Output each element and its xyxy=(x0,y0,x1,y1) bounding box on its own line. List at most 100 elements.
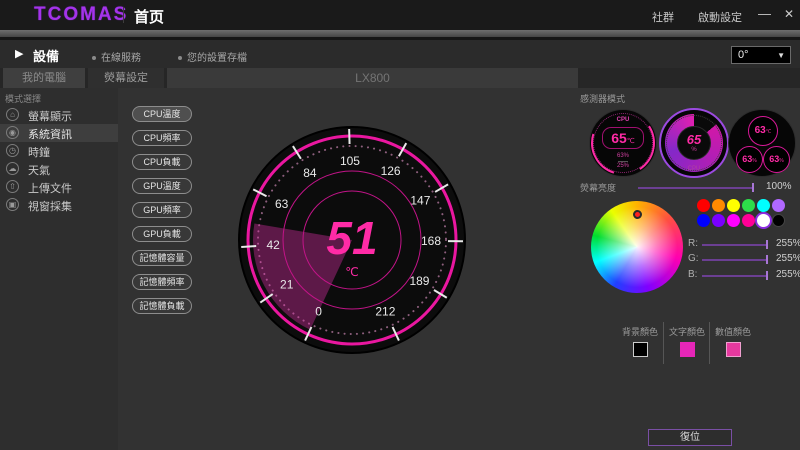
sidebar-item-label: 螢幕顯示 xyxy=(28,108,72,124)
system-info-icon: ◉ xyxy=(6,126,19,139)
clock-icon: ◷ xyxy=(6,144,19,157)
rotation-dropdown[interactable]: 0° ▼ xyxy=(731,46,791,64)
metric-button-5[interactable]: GPU頻率 xyxy=(132,202,192,218)
divider xyxy=(618,161,628,162)
svg-text:105: 105 xyxy=(340,154,360,168)
rotation-value: 0° xyxy=(738,49,749,61)
sidebar-item-label: 上傳文件 xyxy=(28,180,72,196)
sensor-style-preview-2-selected[interactable]: 65 % CPU xyxy=(659,108,729,178)
preview1-sub-value-1: 63% xyxy=(590,153,656,159)
community-link[interactable]: 社群 xyxy=(652,9,674,25)
brightness-value: 100% xyxy=(766,181,792,192)
palette-swatch-00ffff[interactable] xyxy=(757,199,770,212)
device-arrow-icon: ▶ xyxy=(15,47,23,60)
rgb-slider-label-G: G: xyxy=(688,253,699,264)
preview2-unit: % xyxy=(661,147,727,153)
close-button[interactable]: ✕ xyxy=(784,7,794,21)
color-setting-swatch[interactable] xyxy=(726,342,741,357)
minimize-button[interactable]: — xyxy=(758,6,771,21)
metric-button-6[interactable]: GPU負載 xyxy=(132,226,192,242)
device-model-bar: LX800 xyxy=(167,68,578,88)
svg-text:212: 212 xyxy=(375,305,395,319)
palette-swatch-ff8a00[interactable] xyxy=(712,199,725,212)
metric-button-9[interactable]: 記憶體負載 xyxy=(132,298,192,314)
rgb-slider-label-B: B: xyxy=(688,269,697,280)
svg-text:63: 63 xyxy=(275,197,289,211)
color-setting-3: 數值顏色 xyxy=(710,325,756,357)
rgb-slider-value: 255% xyxy=(776,253,800,264)
palette-swatch-ffff00[interactable] xyxy=(727,199,740,212)
tab-my-computer[interactable]: 我的電腦 xyxy=(3,68,85,88)
svg-text:168: 168 xyxy=(421,234,441,248)
preview2-value: 65 xyxy=(661,132,727,147)
metric-button-3[interactable]: CPU負載 xyxy=(132,154,192,170)
sidebar-item-5[interactable]: ⇧ 上傳文件 xyxy=(0,178,118,196)
sensor-style-preview-1[interactable]: CPU 65℃ 63% 25% xyxy=(589,109,657,177)
rgb-slider-track[interactable] xyxy=(702,259,768,261)
metric-button-2[interactable]: CPU頻率 xyxy=(132,130,192,146)
rgb-slider-track[interactable] xyxy=(702,275,768,277)
palette-swatch-b168ff[interactable] xyxy=(772,199,785,212)
preview1-sub-value-2: 25% xyxy=(590,163,656,169)
color-setting-swatch[interactable] xyxy=(633,342,648,357)
brightness-slider[interactable] xyxy=(638,187,754,189)
sidebar-item-2[interactable]: ◉系統資訊 xyxy=(0,124,118,142)
upload-icon: ⇧ xyxy=(6,180,19,193)
rgb-slider-value: 255% xyxy=(776,238,800,249)
palette-swatch-ff0000[interactable] xyxy=(697,199,710,212)
metric-button-7[interactable]: 記憶體容量 xyxy=(132,250,192,266)
app-window: TCOMAS 首页 社群 啟動設定 — ✕ ▶ 設備 在線服務 您的設置存檔 0… xyxy=(0,0,800,450)
sidebar-item-4[interactable]: ☁ 天氣 xyxy=(0,160,118,178)
color-setting-label: 數值顏色 xyxy=(710,325,756,338)
metric-button-8[interactable]: 記憶體頻率 xyxy=(132,274,192,290)
sensor-style-preview-3[interactable]: 63℃ 63% 63% xyxy=(728,109,796,177)
device-toolbar: ▶ 設備 在線服務 您的設置存檔 xyxy=(0,40,800,68)
color-wheel-marker[interactable] xyxy=(633,210,642,219)
brightness-slider-handle[interactable] xyxy=(752,183,754,192)
launch-settings-link[interactable]: 啟動設定 xyxy=(698,9,742,25)
color-setting-2: 文字顏色 xyxy=(664,325,710,357)
ridge-strip xyxy=(0,30,800,37)
chevron-down-icon: ▼ xyxy=(777,51,785,60)
preview1-top-label: CPU xyxy=(590,117,656,123)
rgb-slider-handle[interactable] xyxy=(766,240,768,249)
window-capture-icon: ▣ xyxy=(6,198,19,211)
palette-swatch-000000[interactable] xyxy=(772,214,785,227)
device-label: 設備 xyxy=(33,46,59,65)
tab-screen-settings[interactable]: 熒幕設定 xyxy=(88,68,164,88)
svg-text:84: 84 xyxy=(303,166,317,180)
palette-swatch-ffffff[interactable] xyxy=(757,214,770,227)
rgb-slider-handle[interactable] xyxy=(766,271,768,280)
palette-swatch-7a00ff[interactable] xyxy=(712,214,725,227)
title-bar: TCOMAS 首页 社群 啟動設定 — ✕ xyxy=(0,0,800,30)
svg-text:126: 126 xyxy=(381,164,401,178)
color-setting-label: 背景顏色 xyxy=(617,325,663,338)
palette-swatch-2ddd4a[interactable] xyxy=(742,199,755,212)
color-setting-swatch[interactable] xyxy=(680,342,695,357)
sidebar-item-1[interactable]: ⌂ 螢幕顯示 xyxy=(0,106,118,124)
sidebar-item-label: 天氣 xyxy=(28,162,50,178)
app-logo: TCOMAS xyxy=(34,4,128,26)
online-service-link[interactable]: 在線服務 xyxy=(92,49,141,64)
temperature-gauge: 02142638410512614716818921251℃ xyxy=(237,125,467,355)
weather-icon: ☁ xyxy=(6,162,19,175)
rgb-slider-label-R: R: xyxy=(688,238,698,249)
monitor-icon: ⌂ xyxy=(6,108,19,121)
sidebar-item-3[interactable]: ◷ 時鐘 xyxy=(0,142,118,160)
sidebar-item-6[interactable]: ▣視窗採集 xyxy=(0,196,118,214)
palette-swatch-ff00ff[interactable] xyxy=(727,214,740,227)
metric-button-1[interactable]: CPU溫度 xyxy=(132,106,192,122)
rgb-slider-track[interactable] xyxy=(702,244,768,246)
svg-text:189: 189 xyxy=(409,274,429,288)
svg-text:51: 51 xyxy=(326,212,377,264)
rgb-slider-handle[interactable] xyxy=(766,255,768,264)
metric-button-4[interactable]: GPU溫度 xyxy=(132,178,192,194)
preview3-circle-1: 63℃ xyxy=(748,116,778,146)
reset-button[interactable]: 復位 xyxy=(648,429,732,446)
settings-archive-link[interactable]: 您的設置存檔 xyxy=(178,49,247,64)
sidebar-item-label: 時鐘 xyxy=(28,144,50,160)
tab-bar: 我的電腦 熒幕設定 LX800 xyxy=(0,68,800,88)
palette-swatch-ff0096[interactable] xyxy=(742,214,755,227)
svg-text:21: 21 xyxy=(280,278,294,292)
palette-swatch-0000ff[interactable] xyxy=(697,214,710,227)
